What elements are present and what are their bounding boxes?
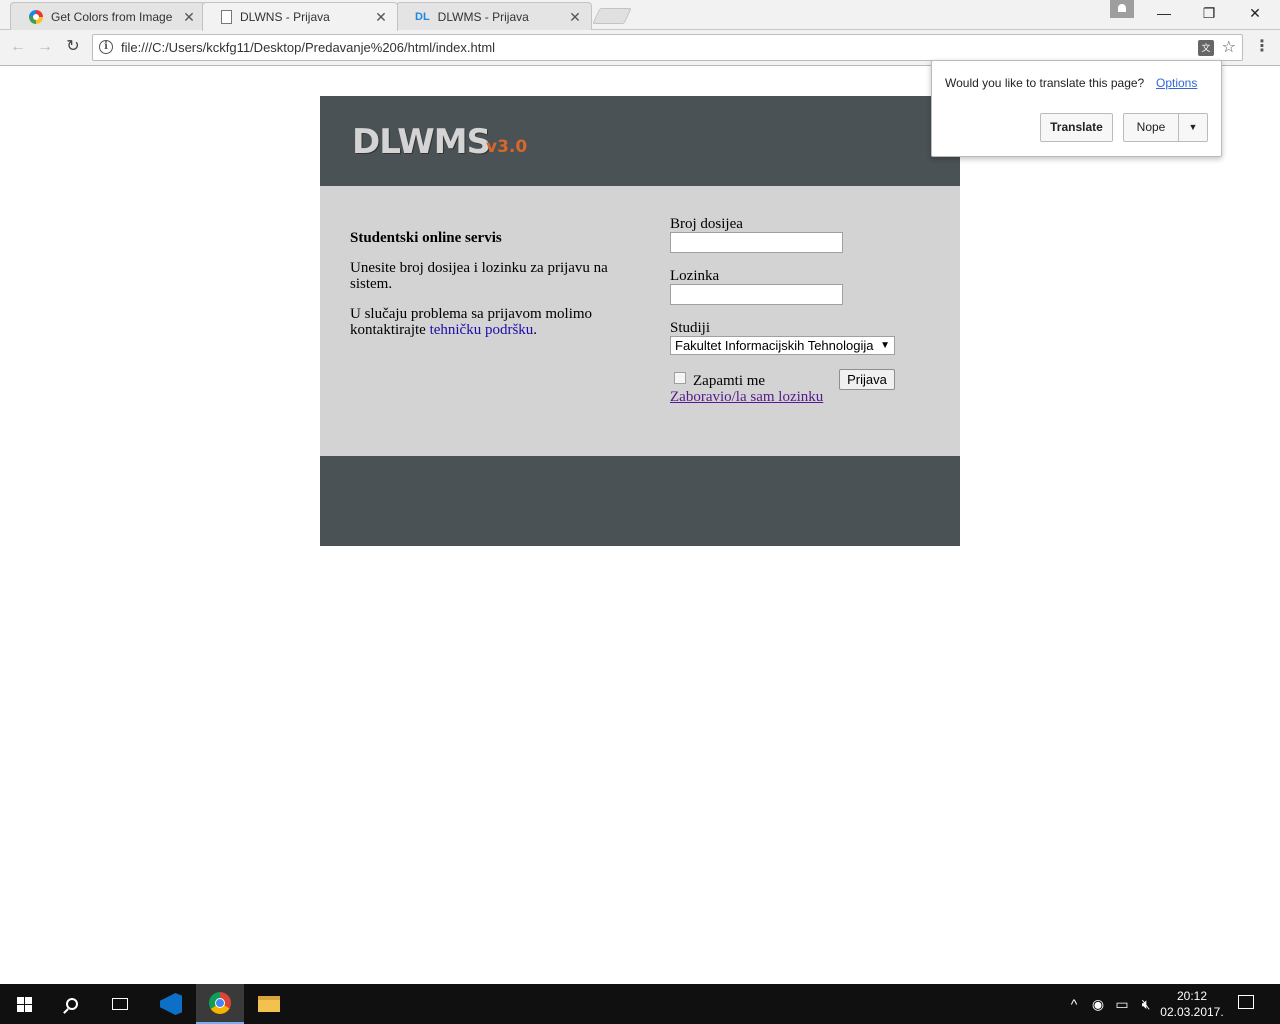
clock-time: 20:12: [1176, 989, 1208, 1003]
support-link[interactable]: tehničku podršku: [430, 322, 534, 338]
tab-strip: Get Colors from Image ✕ DLWNS - Prijava …: [0, 0, 1280, 31]
vscode-icon: [160, 993, 182, 1015]
task-view-icon: [112, 998, 128, 1010]
service-title: Studentski online servis: [350, 230, 502, 246]
support-text: U slučaju problema sa prijavom molimo ko…: [350, 306, 630, 338]
new-tab-button[interactable]: [592, 8, 632, 24]
clock-date: 02.03.2017.: [1160, 1005, 1224, 1019]
search-icon: [66, 998, 78, 1010]
search-button[interactable]: [48, 984, 96, 1024]
info-column: Studentski online servis Unesite broj do…: [350, 230, 630, 352]
tab-dlwms-prijava[interactable]: DL DLWMS - Prijava ✕: [396, 2, 592, 30]
system-clock[interactable]: 20:12 02.03.2017.: [1158, 988, 1226, 1020]
remember-checkbox[interactable]: [674, 372, 686, 384]
task-view-button[interactable]: [96, 984, 144, 1024]
close-tab-icon[interactable]: ✕: [181, 9, 197, 25]
taskbar-chrome[interactable]: [196, 984, 244, 1024]
tab-dlwns-prijava[interactable]: DLWNS - Prijava ✕: [202, 2, 398, 31]
bookmark-star-icon[interactable]: ☆: [1222, 37, 1236, 57]
translate-icon[interactable]: 文: [1198, 40, 1214, 56]
login-form: Broj dosijea Lozinka Studiji Fakultet In…: [670, 216, 910, 406]
address-bar[interactable]: i file:///C:/Users/kckfg11/Desktop/Preda…: [92, 34, 1243, 61]
forward-arrow-icon[interactable]: →: [34, 36, 56, 58]
version-label: v3.0: [486, 137, 528, 157]
login-page: DLWMS v3.0 Studentski online servis Unes…: [320, 96, 960, 546]
studiji-label: Studiji: [670, 320, 711, 336]
volume-muted-icon[interactable]: 🔇︎: [1136, 984, 1156, 1024]
translate-button[interactable]: Translate: [1040, 113, 1113, 142]
dosije-input[interactable]: [670, 232, 843, 253]
login-button[interactable]: Prijava: [839, 369, 895, 390]
minimize-button[interactable]: —: [1141, 0, 1187, 28]
close-window-button[interactable]: ✕: [1232, 0, 1278, 28]
tab-title: DLWMS - Prijava: [437, 9, 529, 24]
translate-question: Would you like to translate this page?: [945, 76, 1145, 90]
studiji-selected-value: Fakultet Informacijskih Tehnologija: [675, 338, 874, 353]
page-footer: [320, 456, 960, 546]
translate-bubble: Would you like to translate this page? O…: [931, 60, 1222, 157]
tray-chevron-icon[interactable]: ^: [1064, 984, 1084, 1024]
profile-icon[interactable]: [1110, 0, 1134, 18]
chrome-menu-icon[interactable]: ⋮: [1254, 38, 1270, 58]
translate-dropdown-button[interactable]: ▼: [1178, 113, 1208, 142]
dosije-label: Broj dosijea: [670, 216, 743, 232]
page-info-icon[interactable]: i: [99, 40, 113, 54]
support-text-suffix: .: [533, 322, 538, 338]
url-text[interactable]: file:///C:/Users/kckfg11/Desktop/Predava…: [121, 40, 495, 55]
studiji-select[interactable]: Fakultet Informacijskih Tehnologija ▼: [670, 336, 895, 355]
restore-button[interactable]: ❐: [1186, 0, 1232, 28]
close-tab-icon[interactable]: ✕: [373, 9, 389, 25]
tray-record-icon[interactable]: ◉: [1088, 984, 1108, 1024]
dlwms-logo: DLWMS: [352, 122, 491, 162]
remember-row: Zapamti me Prijava: [670, 369, 910, 391]
lozinka-input[interactable]: [670, 284, 843, 305]
network-icon[interactable]: ▭: [1112, 984, 1132, 1024]
windows-taskbar: ^ ◉ ▭ 🔇︎ 20:12 02.03.2017.: [0, 984, 1280, 1024]
lozinka-label: Lozinka: [670, 268, 720, 284]
instructions-text: Unesite broj dosijea i lozinku za prijav…: [350, 260, 608, 292]
chrome-icon: [209, 992, 231, 1014]
start-button[interactable]: [0, 984, 48, 1024]
page-header: DLWMS v3.0: [320, 96, 960, 186]
taskbar-vscode[interactable]: [147, 984, 195, 1024]
notifications-icon[interactable]: [1238, 995, 1254, 1009]
remember-label: Zapamti me: [693, 373, 766, 389]
document-icon: [221, 10, 232, 24]
translate-options-link[interactable]: Options: [1156, 76, 1197, 90]
back-arrow-icon[interactable]: ←: [7, 36, 29, 58]
login-panel: Studentski online servis Unesite broj do…: [320, 186, 960, 456]
taskbar-file-explorer[interactable]: [245, 984, 293, 1024]
dl-favicon-icon: DL: [415, 10, 430, 23]
close-tab-icon[interactable]: ✕: [567, 9, 583, 25]
windows-logo-icon: [16, 996, 32, 1012]
tab-get-colors[interactable]: Get Colors from Image ✕: [10, 2, 206, 30]
forgot-password-link[interactable]: Zaboravio/la sam lozinku: [670, 389, 910, 406]
color-wheel-icon: [29, 9, 43, 24]
tab-title: DLWNS - Prijava: [240, 10, 330, 24]
reload-icon[interactable]: ↻: [62, 36, 84, 58]
tab-title: Get Colors from Image: [51, 9, 173, 24]
folder-icon: [258, 996, 280, 1012]
dropdown-arrow-icon: ▼: [880, 340, 890, 351]
nope-button[interactable]: Nope: [1123, 113, 1178, 142]
